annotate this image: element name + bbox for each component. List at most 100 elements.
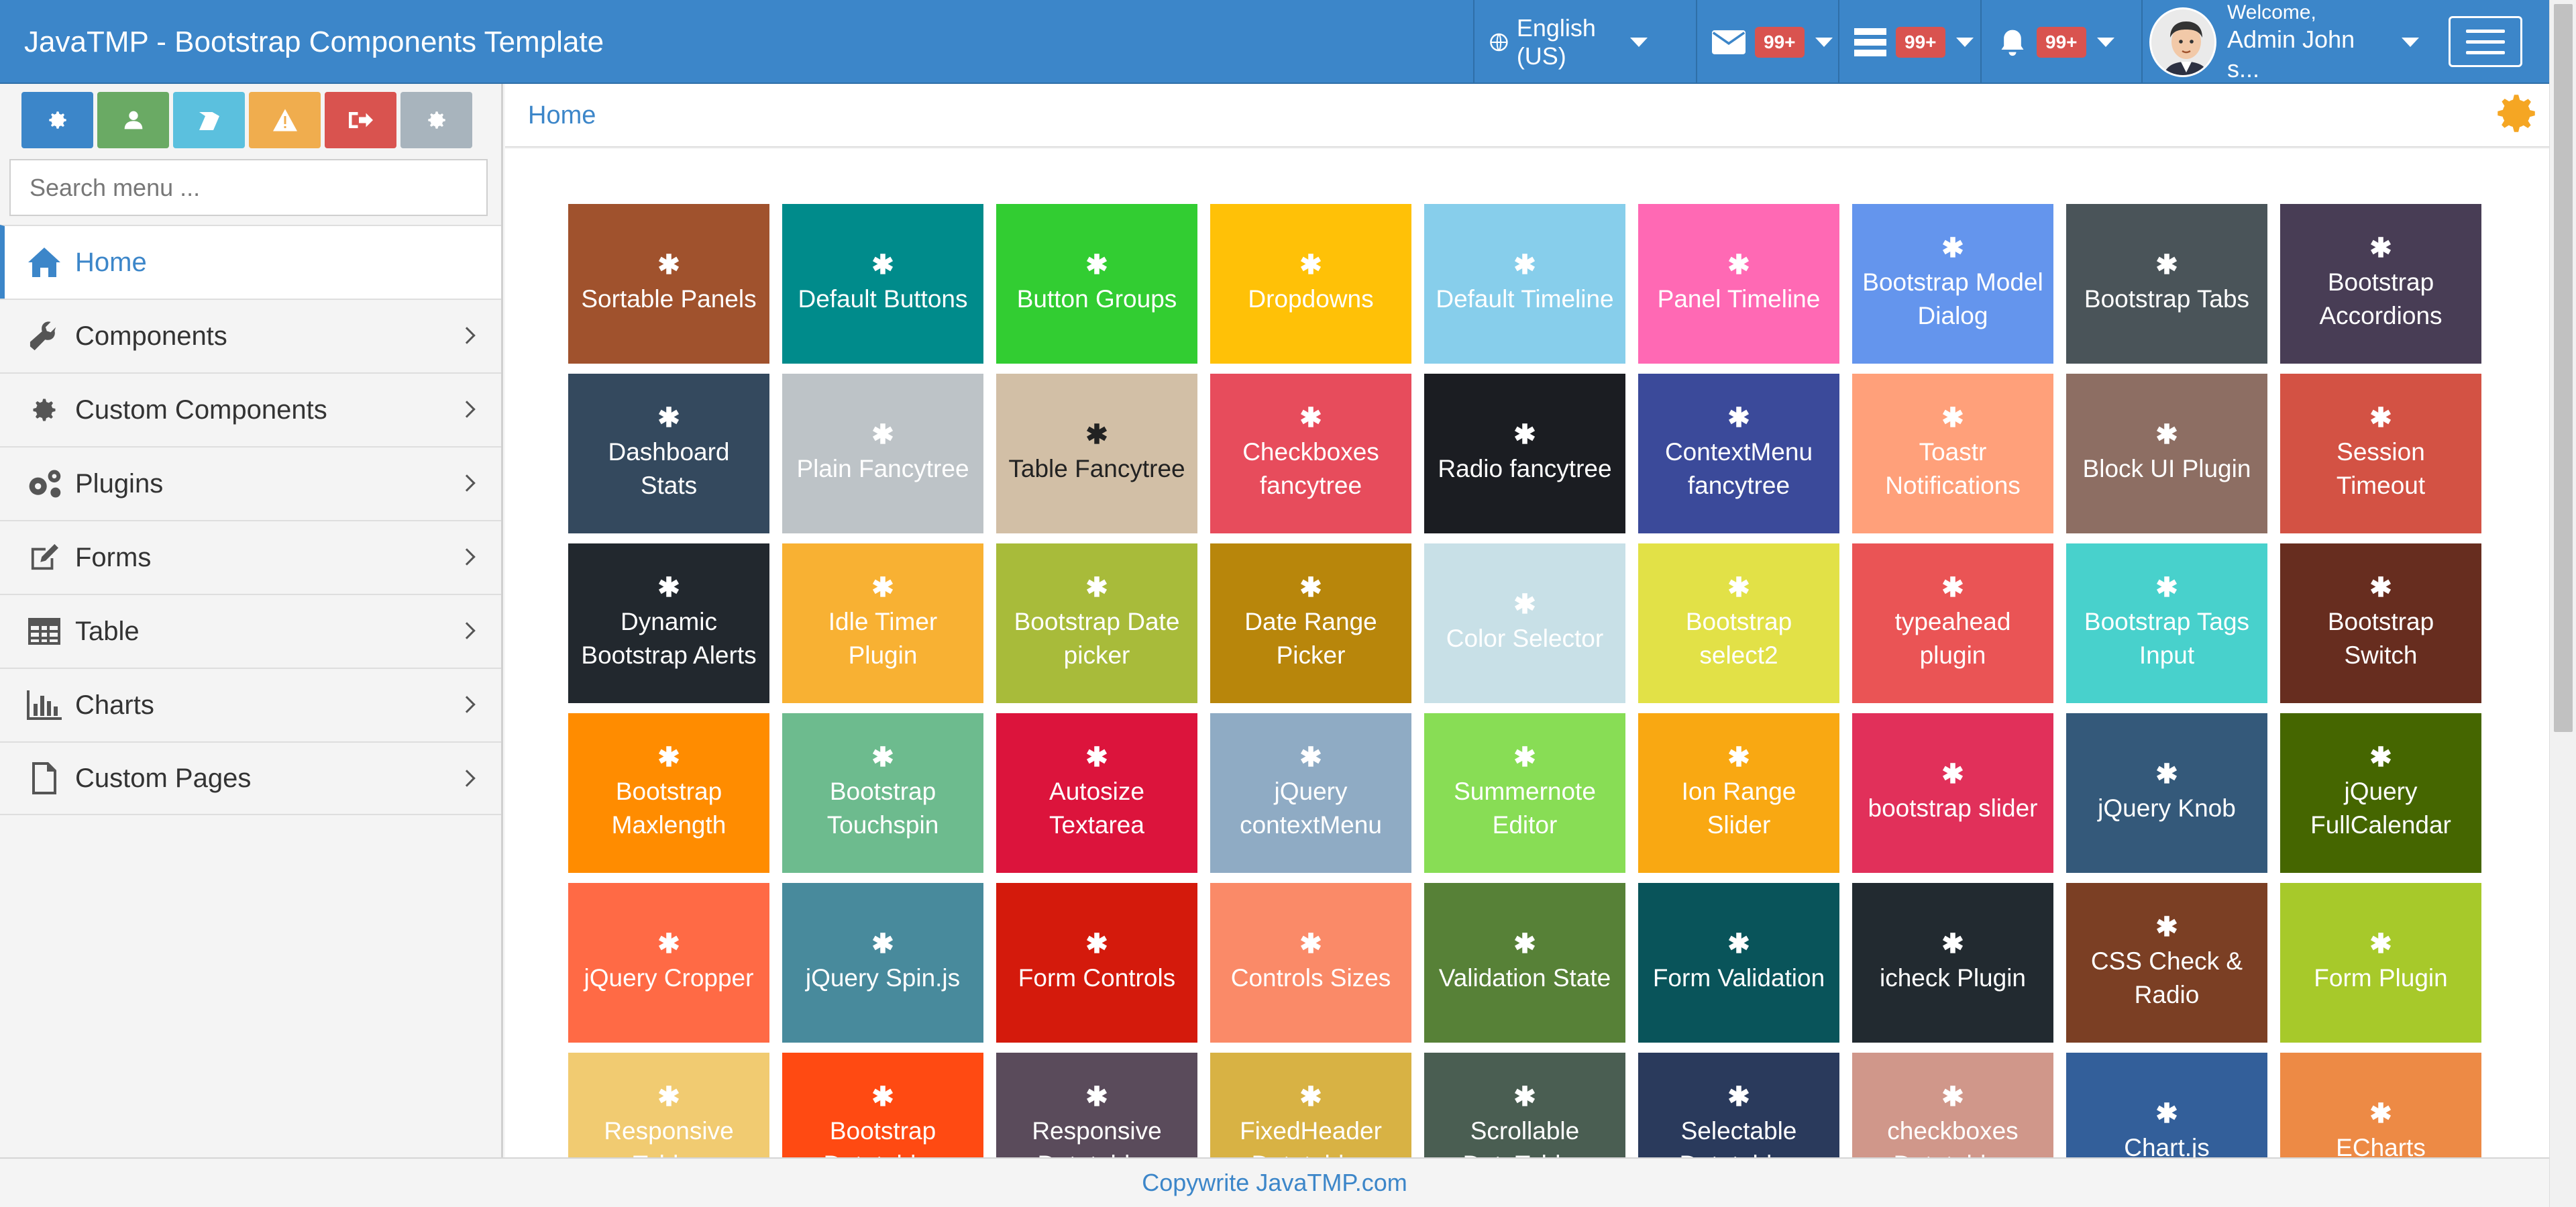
tile-label: Bootstrap Touchspin xyxy=(826,778,939,839)
quick-settings-alt-button[interactable] xyxy=(400,92,472,148)
hamburger-line xyxy=(2466,40,2505,44)
component-tile[interactable]: ✱ Dropdowns xyxy=(1210,204,1411,364)
quick-warning-button[interactable] xyxy=(249,92,321,148)
user-avatar xyxy=(2149,7,2216,77)
quick-user-button[interactable] xyxy=(97,92,169,148)
language-selector[interactable]: English (US) xyxy=(1473,0,1648,84)
brand-title[interactable]: JavaTMP - Bootstrap Components Template xyxy=(24,0,604,84)
notifications-dropdown[interactable]: 99+ xyxy=(1980,0,2141,84)
component-tile[interactable]: ✱ checkboxes Datatables xyxy=(1852,1053,2053,1157)
messages-dropdown[interactable]: 99+ xyxy=(1696,0,1838,84)
component-tile[interactable]: ✱ Session Timeout xyxy=(2280,374,2481,533)
hamburger-line xyxy=(2466,50,2505,54)
quick-logout-button[interactable] xyxy=(325,92,396,148)
component-tile[interactable]: ✱ jQuery Knob xyxy=(2066,713,2267,873)
asterisk-icon: ✱ xyxy=(1941,1082,1964,1112)
component-tile[interactable]: ✱ icheck Plugin xyxy=(1852,883,2053,1043)
component-tile[interactable]: ✱ Bootstrap Touchspin xyxy=(782,713,983,873)
tile-label: Responsive Tables xyxy=(604,1117,734,1157)
sidebar-item-custom-components[interactable]: Custom Components xyxy=(0,372,501,446)
component-tile[interactable]: ✱ Summernote Editor xyxy=(1424,713,1625,873)
quick-settings-button[interactable] xyxy=(21,92,93,148)
component-tile[interactable]: ✱ jQuery Cropper xyxy=(568,883,769,1043)
component-tile[interactable]: ✱ Scrollable DataTables xyxy=(1424,1053,1625,1157)
sidebar-item-label: Forms xyxy=(75,542,152,572)
sidebar-item-home[interactable]: Home xyxy=(0,225,501,299)
component-tile[interactable]: ✱ Bootstrap Tabs xyxy=(2066,204,2267,364)
sidebar-menu: Home Components Custom Components Plugin… xyxy=(0,225,501,815)
asterisk-icon: ✱ xyxy=(1513,590,1536,620)
component-tile[interactable]: ✱ Bootstrap Maxlength xyxy=(568,713,769,873)
component-tile[interactable]: ✱ jQuery Spin.js xyxy=(782,883,983,1043)
component-tile[interactable]: ✱ Bootstrap Accordions xyxy=(2280,204,2481,364)
component-tile[interactable]: ✱ Color Selector xyxy=(1424,543,1625,703)
component-tile[interactable]: ✱ Checkboxes fancytree xyxy=(1210,374,1411,533)
page-scrollbar[interactable] xyxy=(2549,0,2576,1207)
component-tile[interactable]: ✱ ECharts xyxy=(2280,1053,2481,1157)
tasks-dropdown[interactable]: 99+ xyxy=(1838,0,1980,84)
component-tile[interactable]: ✱ Responsive Datatables xyxy=(996,1053,1197,1157)
component-tile[interactable]: ✱ Ion Range Slider xyxy=(1638,713,1839,873)
component-tile[interactable]: ✱ Default Timeline xyxy=(1424,204,1625,364)
component-tile[interactable]: ✱ Panel Timeline xyxy=(1638,204,1839,364)
component-tile[interactable]: ✱ Toastr Notifications xyxy=(1852,374,2053,533)
component-tile[interactable]: ✱ Table Fancytree xyxy=(996,374,1197,533)
sidebar-item-label: Charts xyxy=(75,690,154,720)
component-tile[interactable]: ✱ Validation State xyxy=(1424,883,1625,1043)
search-menu-input[interactable] xyxy=(9,159,488,216)
component-tile[interactable]: ✱ bootstrap slider xyxy=(1852,713,2053,873)
component-tile[interactable]: ✱ Idle Timer Plugin xyxy=(782,543,983,703)
sidebar-item-plugins[interactable]: Plugins xyxy=(0,446,501,520)
sidebar-toggle-button[interactable] xyxy=(2449,16,2522,67)
component-tile[interactable]: ✱ Plain Fancytree xyxy=(782,374,983,533)
component-tile[interactable]: ✱ typeahead plugin xyxy=(1852,543,2053,703)
footer-copyright-link[interactable]: Copywrite JavaTMP.com xyxy=(1142,1169,1407,1196)
component-tile[interactable]: ✱ Date Range Picker xyxy=(1210,543,1411,703)
component-tile[interactable]: ✱ Form Validation xyxy=(1638,883,1839,1043)
component-tile[interactable]: ✱ Bootstrap Datatables xyxy=(782,1053,983,1157)
user-menu[interactable]: Welcome, Admin John s... xyxy=(2141,0,2419,84)
component-tile[interactable]: ✱ Form Plugin xyxy=(2280,883,2481,1043)
component-tile[interactable]: ✱ Bootstrap Date picker xyxy=(996,543,1197,703)
sidebar-item-charts[interactable]: Charts xyxy=(0,668,501,741)
sidebar-item-table[interactable]: Table xyxy=(0,594,501,668)
component-tile[interactable]: ✱ FixedHeader Datatables xyxy=(1210,1053,1411,1157)
sidebar-item-forms[interactable]: Forms xyxy=(0,520,501,594)
component-tile[interactable]: ✱ Controls Sizes xyxy=(1210,883,1411,1043)
component-tile[interactable]: ✱ jQuery FullCalendar xyxy=(2280,713,2481,873)
component-tile[interactable]: ✱ Dashboard Stats xyxy=(568,374,769,533)
footer: Copywrite JavaTMP.com xyxy=(0,1157,2549,1207)
component-tile[interactable]: ✱ Autosize Textarea xyxy=(996,713,1197,873)
component-tile[interactable]: ✱ Dynamic Bootstrap Alerts xyxy=(568,543,769,703)
gear-icon[interactable] xyxy=(2491,89,2541,138)
component-tile[interactable]: ✱ Form Controls xyxy=(996,883,1197,1043)
sidebar-item-custom-pages[interactable]: Custom Pages xyxy=(0,741,501,815)
sidebar-item-components[interactable]: Components xyxy=(0,299,501,372)
chevron-right-icon xyxy=(458,327,476,344)
chevron-right-icon xyxy=(458,474,476,492)
component-tile[interactable]: ✱ jQuery contextMenu xyxy=(1210,713,1411,873)
component-tile[interactable]: ✱ Sortable Panels xyxy=(568,204,769,364)
component-tile[interactable]: ✱ Default Buttons xyxy=(782,204,983,364)
component-tile[interactable]: ✱ Selectable Datatables xyxy=(1638,1053,1839,1157)
component-tile[interactable]: ✱ ContextMenu fancytree xyxy=(1638,374,1839,533)
component-tile[interactable]: ✱ Bootstrap select2 xyxy=(1638,543,1839,703)
scrollbar-thumb[interactable] xyxy=(2554,4,2573,732)
component-tile[interactable]: ✱ Button Groups xyxy=(996,204,1197,364)
component-tile[interactable]: ✱ Responsive Tables xyxy=(568,1053,769,1157)
component-tile[interactable]: ✱ Chart.js xyxy=(2066,1053,2267,1157)
component-tile[interactable]: ✱ Block UI Plugin xyxy=(2066,374,2267,533)
sidebar-item-label: Table xyxy=(75,616,140,646)
tile-label: Summernote Editor xyxy=(1454,778,1596,839)
asterisk-icon: ✱ xyxy=(871,929,894,959)
breadcrumb-home[interactable]: Home xyxy=(528,84,596,148)
component-tile[interactable]: ✱ Bootstrap Tags Input xyxy=(2066,543,2267,703)
component-tile[interactable]: ✱ Bootstrap Switch xyxy=(2280,543,2481,703)
chevron-right-icon xyxy=(458,548,476,566)
component-tile[interactable]: ✱ Bootstrap Model Dialog xyxy=(1852,204,2053,364)
component-tile[interactable]: ✱ Radio fancytree xyxy=(1424,374,1625,533)
tile-label: Date Range Picker xyxy=(1244,608,1377,669)
gear-icon xyxy=(48,111,66,129)
quick-book-button[interactable] xyxy=(173,92,245,148)
component-tile[interactable]: ✱ CSS Check & Radio xyxy=(2066,883,2267,1043)
